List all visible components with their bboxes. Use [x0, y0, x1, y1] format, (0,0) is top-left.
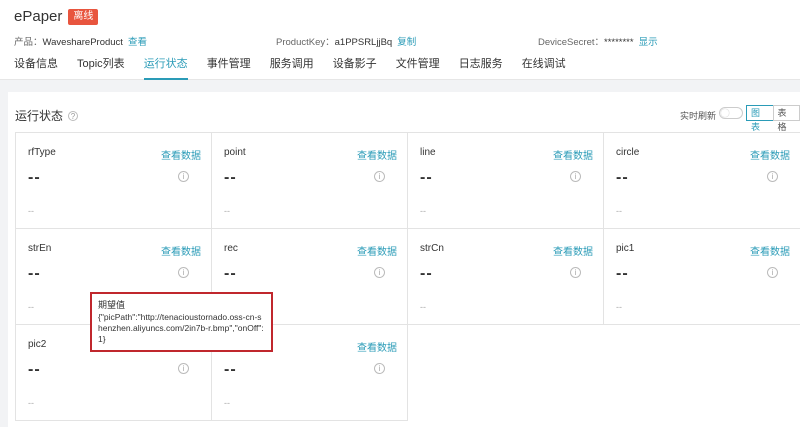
- info-icon[interactable]: i: [178, 171, 189, 182]
- info-icon[interactable]: i: [570, 267, 581, 278]
- property-time: --: [420, 302, 426, 312]
- view-data-link[interactable]: 查看数据: [553, 147, 593, 162]
- property-grid: rfType 查看数据 -- i -- point 查看数据 -- i -- l…: [15, 132, 800, 421]
- property-time: --: [224, 206, 230, 216]
- tab-running-status[interactable]: 运行状态: [143, 54, 188, 80]
- copy-productkey-link[interactable]: 复制: [397, 37, 416, 48]
- property-value: --: [28, 169, 41, 186]
- productkey-label: ProductKey：: [276, 37, 335, 48]
- property-card: pic1 查看数据 -- i --: [604, 229, 800, 325]
- property-name: point: [224, 147, 246, 158]
- productkey-value: a1PPSRLjjBq: [334, 37, 393, 48]
- help-icon[interactable]: ?: [68, 110, 79, 121]
- property-time: --: [616, 206, 622, 216]
- property-value: --: [616, 265, 629, 282]
- tab-bar: 设备信息 Topic列表 运行状态 事件管理 服务调用 设备影子 文件管理 日志…: [14, 54, 585, 80]
- tab-event-management[interactable]: 事件管理: [207, 54, 251, 80]
- tab-device-info[interactable]: 设备信息: [14, 54, 58, 80]
- view-data-link[interactable]: 查看数据: [357, 147, 397, 162]
- info-icon[interactable]: i: [374, 171, 385, 182]
- tab-file-management[interactable]: 文件管理: [396, 54, 440, 80]
- devicesecret-value: ********: [604, 37, 634, 48]
- property-time: --: [224, 398, 230, 408]
- property-value: --: [616, 169, 629, 186]
- property-time: --: [28, 302, 34, 312]
- view-data-link[interactable]: 查看数据: [161, 147, 201, 162]
- view-data-link[interactable]: 查看数据: [750, 147, 790, 162]
- productkey-info: ProductKey：a1PPSRLjjBq 复制: [276, 34, 416, 48]
- realtime-refresh-toggle[interactable]: [719, 107, 743, 119]
- property-name: strEn: [28, 243, 52, 254]
- view-switch: 图表 表格: [746, 105, 800, 132]
- info-icon[interactable]: i: [767, 267, 778, 278]
- toggle-knob: [721, 109, 729, 117]
- info-icon[interactable]: i: [570, 171, 581, 182]
- tab-topic-list[interactable]: Topic列表: [77, 54, 125, 80]
- property-name: rec: [224, 243, 238, 254]
- property-name: circle: [616, 147, 640, 158]
- tooltip-title: 期望值: [98, 300, 126, 310]
- chart-view-button[interactable]: 图表: [746, 105, 774, 132]
- property-time: --: [616, 302, 622, 312]
- product-value: WaveshareProduct: [42, 37, 123, 48]
- status-badge: 离线: [68, 8, 99, 25]
- device-header: ePaper 离线 产品：WaveshareProduct 查看 ProductK…: [0, 0, 800, 80]
- view-data-link[interactable]: 查看数据: [161, 243, 201, 258]
- devicesecret-info: DeviceSecret：******** 显示: [538, 34, 658, 48]
- property-name: line: [420, 147, 436, 158]
- property-name: rfType: [28, 147, 56, 158]
- property-value: --: [28, 361, 41, 378]
- tooltip-body: {"picPath":"http://tenacioustornado.oss-…: [98, 312, 264, 344]
- info-icon[interactable]: i: [767, 171, 778, 182]
- property-card: line 查看数据 -- i --: [408, 133, 604, 229]
- property-time: --: [420, 206, 426, 216]
- title-row: ePaper 离线: [14, 8, 99, 25]
- view-data-link[interactable]: 查看数据: [357, 339, 397, 354]
- tab-device-shadow[interactable]: 设备影子: [333, 54, 377, 80]
- info-icon[interactable]: i: [178, 363, 189, 374]
- expected-value-tooltip: 期望值 {"picPath":"http://tenacioustornado.…: [90, 292, 273, 352]
- tab-online-debug[interactable]: 在线调试: [522, 54, 566, 80]
- realtime-refresh-label: 实时刷新: [680, 111, 717, 121]
- property-value: --: [224, 169, 237, 186]
- property-time: --: [28, 398, 34, 408]
- property-value: --: [224, 265, 237, 282]
- show-secret-link[interactable]: 显示: [639, 37, 658, 48]
- section-header: 运行状态 ?: [15, 107, 79, 124]
- tab-log-service[interactable]: 日志服务: [459, 54, 503, 80]
- property-value: --: [420, 169, 433, 186]
- info-icon[interactable]: i: [374, 363, 385, 374]
- property-card: point 查看数据 -- i --: [212, 133, 408, 229]
- section-title: 运行状态: [15, 109, 64, 123]
- product-info: 产品：WaveshareProduct 查看: [14, 34, 147, 48]
- property-card: circle 查看数据 -- i --: [604, 133, 800, 229]
- view-data-link[interactable]: 查看数据: [357, 243, 397, 258]
- property-card: rfType 查看数据 -- i --: [16, 133, 212, 229]
- status-panel: 运行状态 ? 实时刷新 图表 表格 rfType 查看数据 -- i -- po…: [8, 92, 800, 427]
- info-icon[interactable]: i: [178, 267, 189, 278]
- device-title: ePaper: [14, 8, 63, 25]
- view-product-link[interactable]: 查看: [128, 37, 147, 48]
- property-time: --: [28, 206, 34, 216]
- view-data-link[interactable]: 查看数据: [750, 243, 790, 258]
- devicesecret-label: DeviceSecret：: [538, 37, 604, 48]
- tab-service-call[interactable]: 服务调用: [270, 54, 314, 80]
- property-card: strCn 查看数据 -- i --: [408, 229, 604, 325]
- product-label: 产品：: [14, 37, 43, 48]
- view-data-link[interactable]: 查看数据: [553, 243, 593, 258]
- property-name: pic1: [616, 243, 635, 254]
- property-name: strCn: [420, 243, 444, 254]
- info-icon[interactable]: i: [374, 267, 385, 278]
- property-value: --: [420, 265, 433, 282]
- property-value: --: [224, 361, 237, 378]
- table-view-button[interactable]: 表格: [772, 105, 800, 132]
- property-name: pic2: [28, 339, 47, 350]
- property-value: --: [28, 265, 41, 282]
